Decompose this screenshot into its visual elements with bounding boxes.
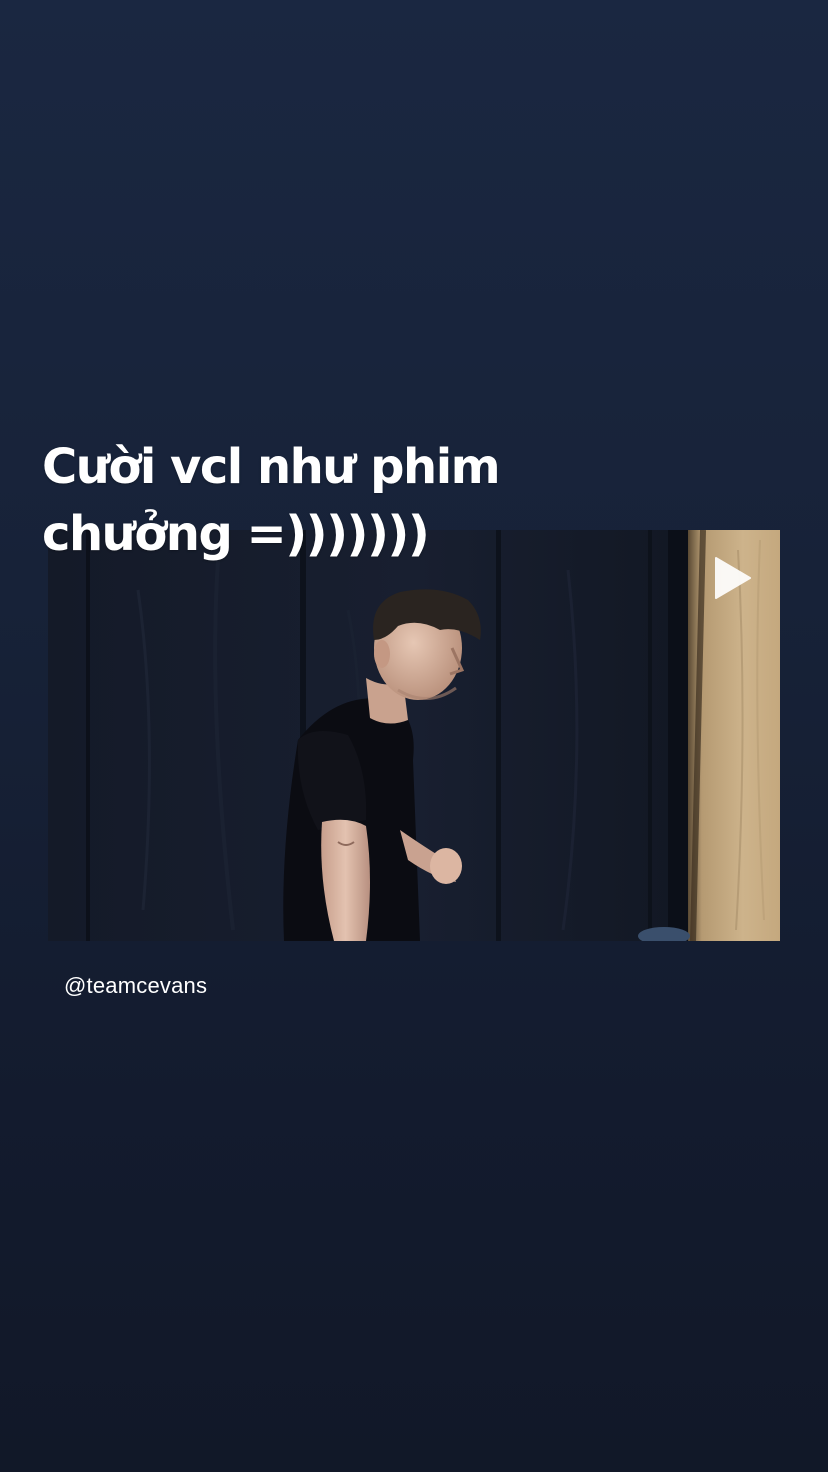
play-icon[interactable]: [708, 554, 756, 602]
post-author-mention[interactable]: @teamcevans: [64, 972, 207, 1000]
caption-line: Cười vcl như phim: [42, 439, 501, 495]
video-frame: [48, 530, 780, 941]
caption-line: chưởng =))))))): [42, 506, 430, 562]
story-screen: Cười vcl như phim chưởng =))))))) @teamc…: [0, 0, 828, 1472]
story-caption: Cười vcl như phim chưởng =))))))): [42, 434, 662, 568]
shared-post-video[interactable]: [48, 530, 780, 941]
